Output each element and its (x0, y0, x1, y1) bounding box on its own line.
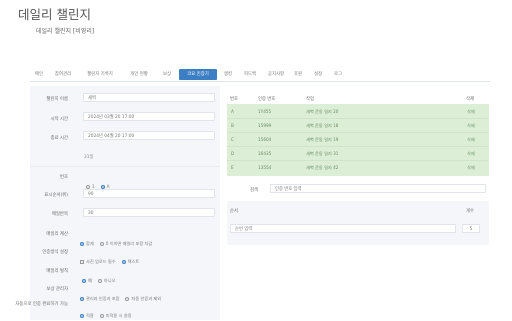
daily-penalty-label: 매일리 벌칙 (46, 269, 68, 274)
tab-notice[interactable]: 공지사항 (264, 69, 288, 80)
end-time-field[interactable]: 2024년 04월 20 17:00 (83, 131, 215, 140)
start-time-field[interactable]: 2024년 03월 20 17:00 (83, 112, 215, 121)
tab-status[interactable]: 개인 현황 (124, 69, 154, 80)
delete-link[interactable]: 삭제 (467, 162, 475, 174)
order-section-label: 순서 (230, 209, 238, 214)
delete-link[interactable]: 삭제 (467, 148, 475, 160)
table-row[interactable]: A 1Y455 새벽 운동 일지 20 삭제 (227, 106, 489, 119)
duration-text: 31일 (84, 155, 94, 160)
filter-input[interactable]: 인증 번호 입력 (270, 184, 486, 193)
auto-option-apply[interactable]: 적용 (80, 313, 94, 319)
col-header-no: 번호 (230, 97, 238, 102)
table-row[interactable]: B 15999 새벽 운동 일지 18 삭제 (227, 120, 489, 133)
reward-label: 보상 관리자 (46, 287, 68, 292)
penalty-option-no[interactable]: 아니오 (97, 278, 115, 284)
table-row[interactable]: D 16435 새벽 운동 일지 31 삭제 (227, 148, 489, 161)
order-label: 표시순서(위) (44, 193, 68, 198)
col-header-task: 작업 (306, 97, 314, 102)
delete-link[interactable]: 삭제 (467, 134, 475, 146)
order-field[interactable]: 90 (83, 189, 215, 198)
radio-icon (97, 279, 102, 283)
table-row[interactable]: E 13554 새벽 운동 일지 42 삭제 (227, 162, 489, 174)
number-label: 번호 (59, 175, 68, 180)
col-header-code: 인증 번호 (258, 97, 276, 102)
rule-options: 사진 업로드 필수 텍스트 (80, 248, 145, 267)
daily-calc-option-deduct[interactable]: 0 이하면 매일리 포함 차감 (99, 241, 152, 247)
name-field[interactable]: 새벽 (83, 93, 215, 102)
penalty-option-yes[interactable]: 예 (82, 278, 92, 284)
tab-participants[interactable]: 참여관리 (50, 69, 76, 80)
tab-main[interactable]: 메인 (30, 69, 48, 80)
rule-option-text[interactable]: 텍스트 (121, 259, 139, 265)
name-label: 챌린지 이름 (46, 97, 68, 102)
delete-link[interactable]: 삭제 (467, 120, 475, 132)
col-header-delete: 삭제 (466, 97, 474, 102)
auto-complete-options: 적용 미적용 시 설정 (80, 302, 138, 321)
checkbox-icon (80, 260, 84, 264)
daily-calc-option-sum[interactable]: 합계 (80, 241, 94, 247)
tab-feedback[interactable]: 피드백 (238, 69, 262, 80)
rule-option-photo[interactable]: 사진 업로드 필수 (80, 259, 116, 265)
order-panel (227, 201, 489, 245)
page-subtitle: 데일리 챌린지 [비영리] (36, 28, 95, 35)
daily-penalty-options: 예 아니오 (82, 267, 121, 286)
radio-icon (99, 242, 104, 246)
daily-calc-label: 매일리 계산 (46, 232, 68, 237)
divider (30, 166, 220, 167)
page-title: 데일리 챌린지 (18, 7, 91, 22)
radio-selected-icon (121, 260, 126, 264)
end-time-label: 종료 시간 (50, 136, 68, 141)
radio-selected-icon (82, 279, 86, 283)
auto-complete-label: 자동으로 인증 완료하기 가능 (15, 302, 68, 307)
radio-selected-icon (80, 314, 84, 318)
count-stepper[interactable]: 5 (462, 224, 480, 233)
tab-reward[interactable]: 보상 (158, 69, 176, 80)
tab-log[interactable]: 로그 (330, 69, 346, 80)
start-time-label: 시작 시간 (50, 117, 68, 122)
repeat-label: 매일반복 (51, 212, 68, 217)
tab-bar: 메인 참여관리 챌린지 기록지 개인 현황 보상 코요 인증기 랭킹 피드백 공… (30, 69, 490, 82)
tab-verify[interactable]: 코요 인증기 (179, 69, 217, 80)
auto-option-not-apply[interactable]: 미적용 시 설정 (99, 313, 132, 319)
filter-label: 검색 (250, 188, 259, 193)
delete-link[interactable]: 삭제 (467, 106, 475, 118)
radio-selected-icon (80, 242, 84, 246)
repeat-field[interactable]: 30 (83, 208, 215, 217)
tab-settings[interactable]: 설정 (310, 69, 326, 80)
rule-label: 인증방식 설정 (42, 250, 68, 255)
table-row[interactable]: C 15604 새벽 운동 일지 19 삭제 (227, 134, 489, 147)
order-input[interactable]: 순번 입력 (230, 224, 456, 233)
tab-records[interactable]: 챌린지 기록지 (80, 69, 120, 80)
radio-icon (99, 314, 104, 318)
radio-icon (125, 297, 130, 301)
radio-selected-icon (80, 297, 84, 301)
verification-table: A 1Y455 새벽 운동 일지 20 삭제 B 15999 새벽 운동 일지 … (227, 104, 489, 176)
tab-ranking[interactable]: 랭킹 (220, 69, 236, 80)
count-label: 개수 (466, 209, 474, 214)
daily-calc-options: 합계 0 이하면 매일리 포함 차감 (80, 230, 158, 249)
tab-support[interactable]: 후원 (290, 69, 306, 80)
